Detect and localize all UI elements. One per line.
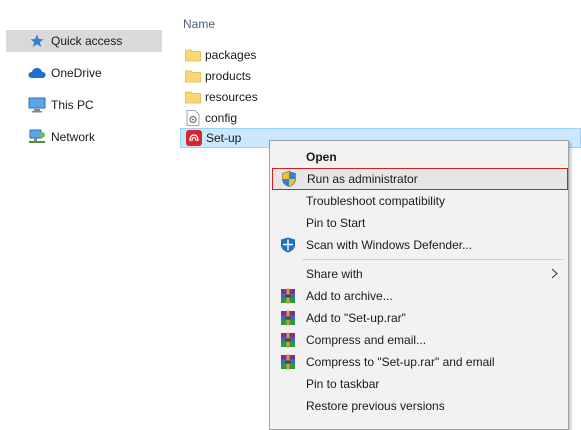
menu-item-label: Add to "Set-up.rar" [306,311,406,325]
folder-icon [185,68,201,84]
file-name: resources [205,90,258,104]
setup-app-icon [186,130,202,146]
menu-item-add-to-set-up-rar[interactable]: Add to "Set-up.rar" [272,307,568,329]
menu-item-restore-previous-versions[interactable]: Restore previous versions [272,395,568,417]
menu-item-pin-to-taskbar[interactable]: Pin to taskbar [272,373,568,395]
menu-item-compress-and-email[interactable]: Compress and email... [272,329,568,351]
file-row-config[interactable]: config [180,108,581,128]
menu-item-open[interactable]: Open [272,146,568,168]
winrar-icon [278,287,298,305]
star-icon [28,32,46,50]
file-row-products[interactable]: products [180,66,581,86]
winrar-icon [278,353,298,371]
uac-shield-icon [279,170,299,188]
config-file-icon [185,110,201,126]
menu-item-label: Share with [306,267,363,281]
cloud-icon [28,64,46,82]
menu-item-compress-to-rar-and-email[interactable]: Compress to "Set-up.rar" and email [272,351,568,373]
nav-item-onedrive[interactable]: OneDrive [6,62,162,84]
network-icon [28,128,46,146]
file-row-resources[interactable]: resources [180,87,581,107]
menu-item-scan-with-defender[interactable]: Scan with Windows Defender... [272,234,568,256]
winrar-icon [278,309,298,327]
column-header-name[interactable]: Name [183,17,215,31]
menu-item-add-to-archive[interactable]: Add to archive... [272,285,568,307]
menu-item-troubleshoot-compatibility[interactable]: Troubleshoot compatibility [272,190,568,212]
file-name: packages [205,48,257,62]
menu-item-label: Troubleshoot compatibility [306,194,445,208]
nav-item-label: Network [51,130,96,144]
file-name: config [205,111,238,125]
menu-separator [302,259,564,260]
menu-item-label: Scan with Windows Defender... [306,238,473,252]
context-menu: Open Run as administrator Troubleshoot c… [269,140,569,430]
winrar-icon [278,331,298,349]
monitor-icon [28,96,46,114]
menu-item-label: Open [306,150,337,164]
menu-item-label: Restore previous versions [306,399,445,413]
menu-item-label: Compress to "Set-up.rar" and email [306,355,495,369]
nav-item-network[interactable]: Network [6,126,162,148]
file-row-packages[interactable]: packages [180,45,581,65]
folder-icon [185,47,201,63]
file-name: products [205,69,252,83]
menu-item-share-with[interactable]: Share with [272,263,568,285]
menu-item-label: Compress and email... [306,333,427,347]
menu-item-label: Pin to Start [306,216,366,230]
menu-item-pin-to-start[interactable]: Pin to Start [272,212,568,234]
menu-item-run-as-administrator[interactable]: Run as administrator [272,168,568,190]
file-name: Set-up [206,131,242,145]
nav-item-label: Quick access [51,34,123,48]
folder-icon [185,89,201,105]
menu-item-label: Add to archive... [306,289,393,303]
nav-item-label: OneDrive [51,66,102,80]
chevron-right-icon [551,268,558,282]
nav-item-this-pc[interactable]: This PC [6,94,162,116]
nav-item-quick-access[interactable]: Quick access [6,30,162,52]
menu-item-label: Pin to taskbar [306,377,380,391]
menu-item-label: Run as administrator [307,172,418,186]
defender-icon [278,236,298,254]
nav-item-label: This PC [51,98,94,112]
